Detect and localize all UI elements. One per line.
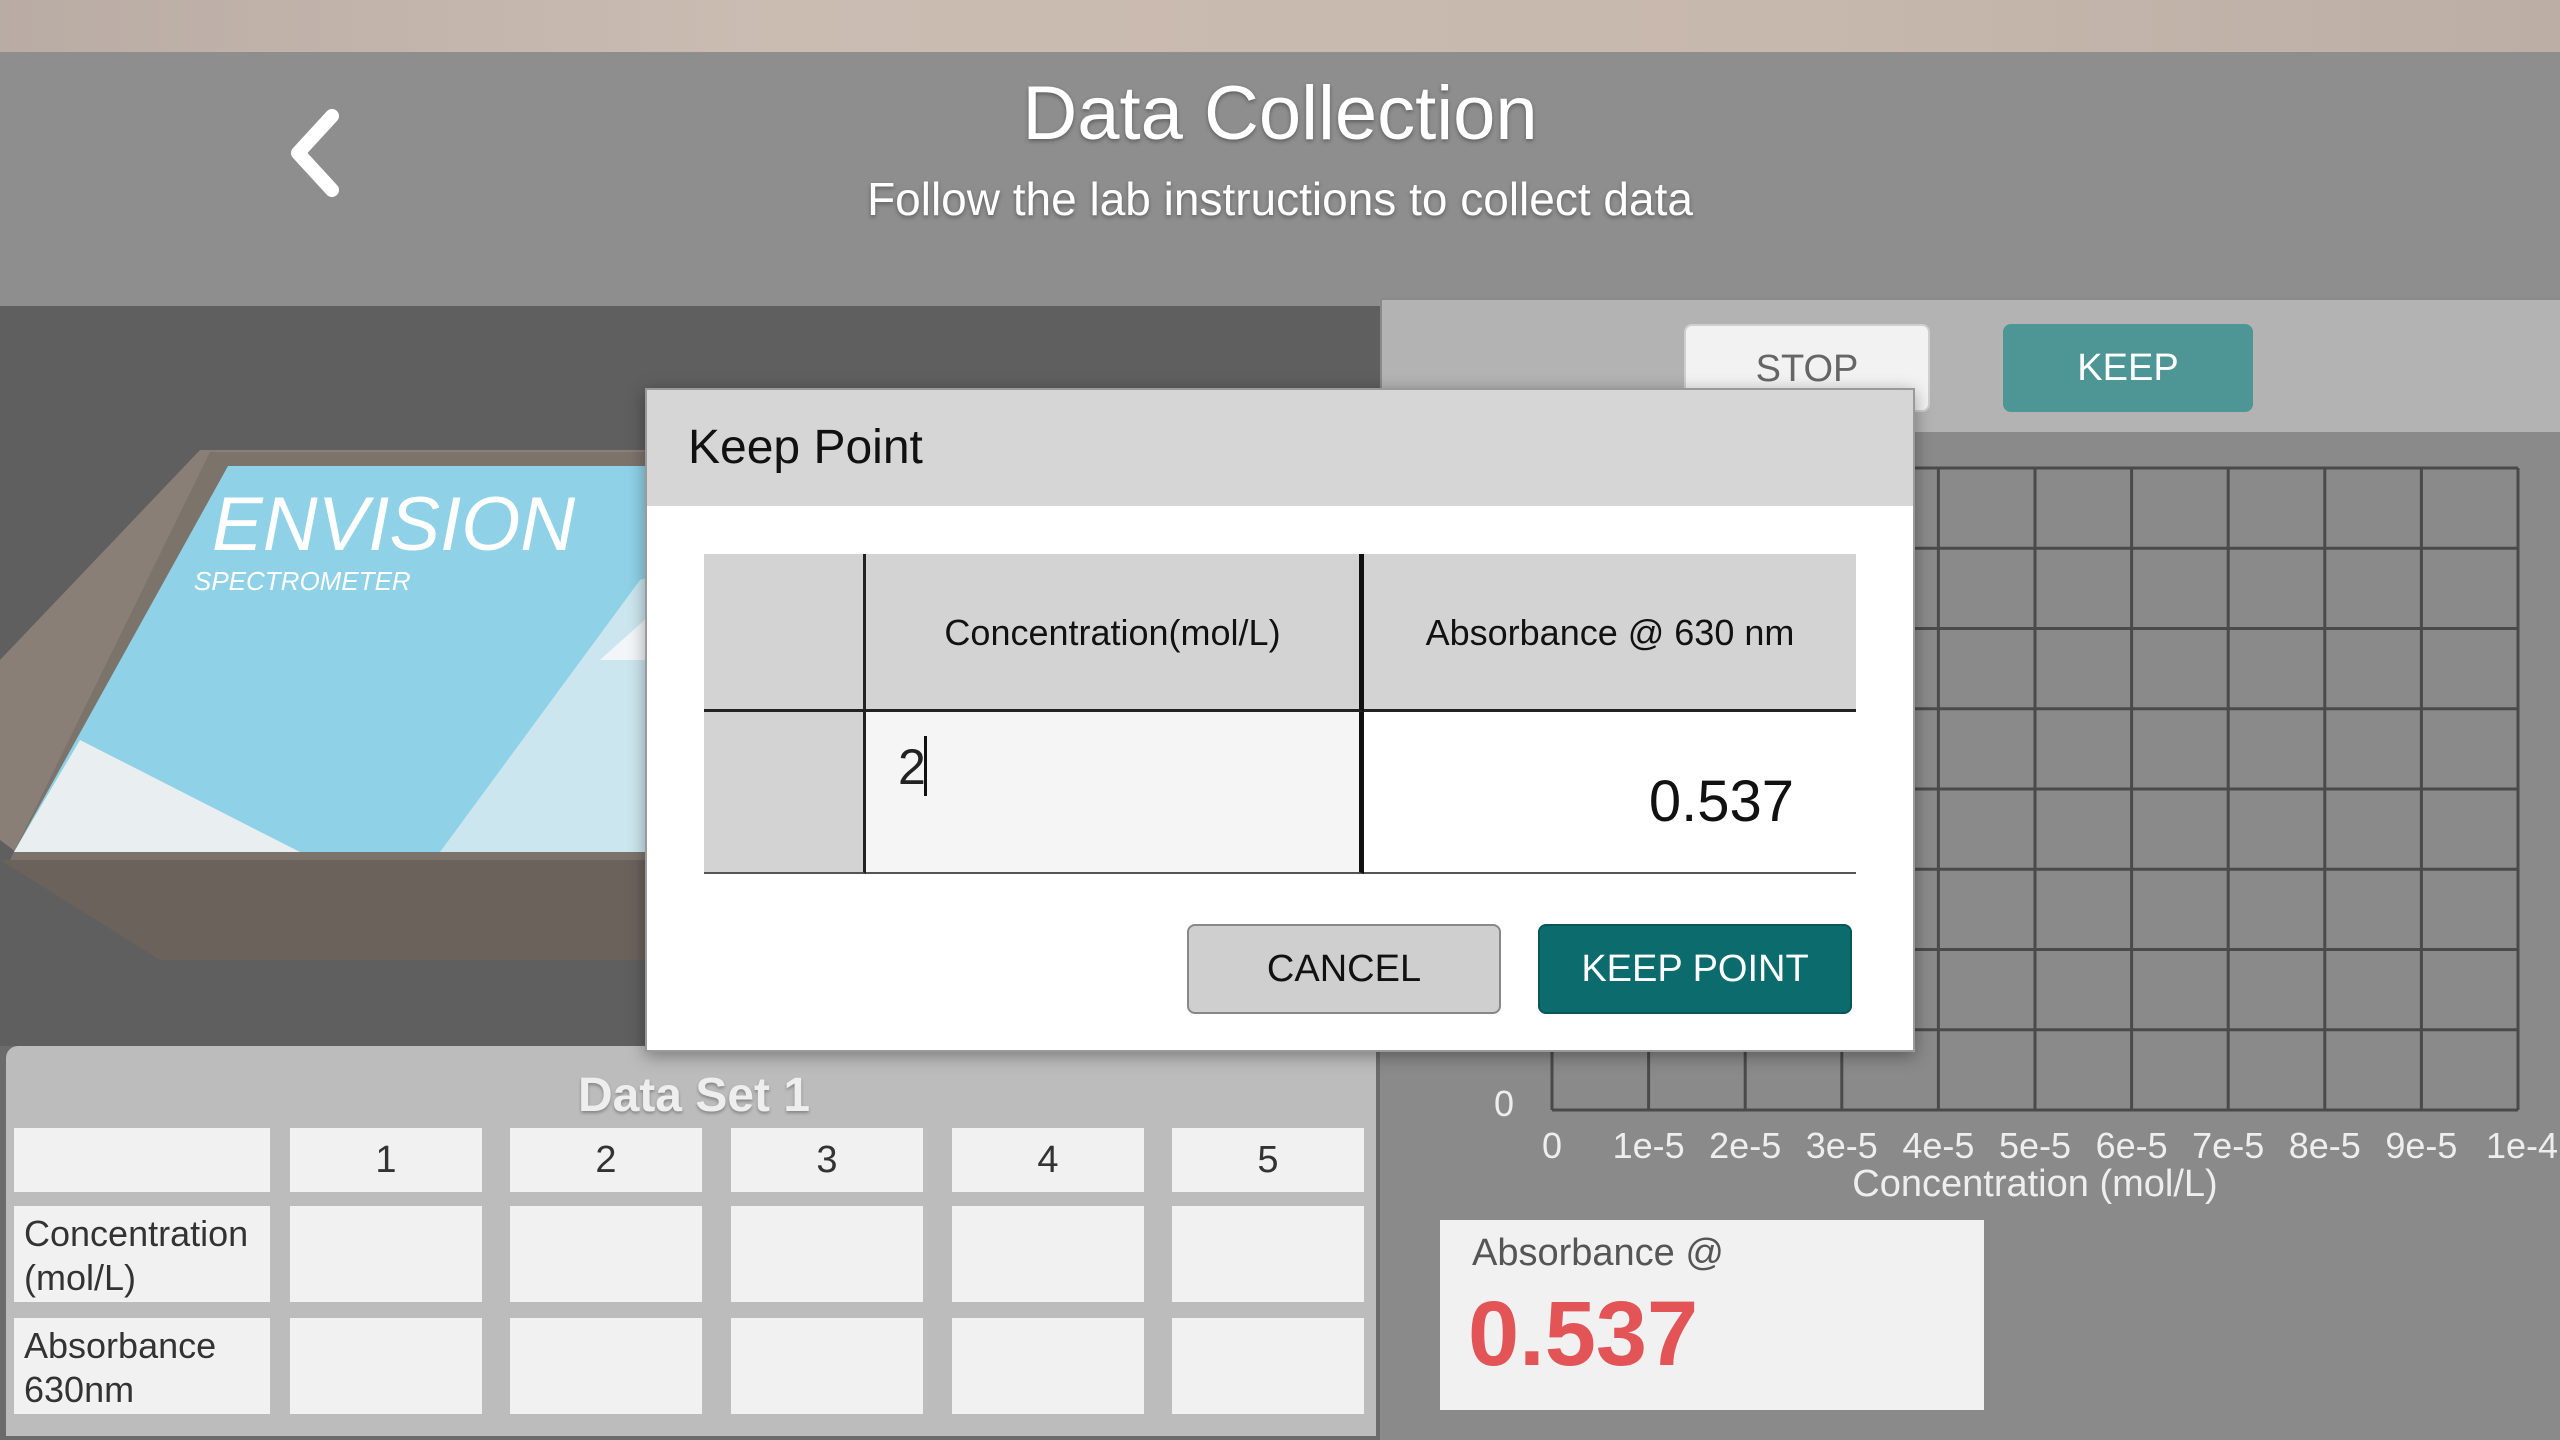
absorbance-readout-value: 0.537 [1468, 1283, 1699, 1385]
data-set-row-label-concentration: Concentration (mol/L) [14, 1206, 270, 1302]
absorbance-value-cell: 0.537 [1364, 712, 1856, 874]
table-header-concentration-text: Concentration(mol/L) [944, 612, 1281, 653]
table-header-absorbance: Absorbance @ 630 nm [1364, 554, 1856, 712]
data-set-col-header: 4 [952, 1128, 1144, 1192]
table-header-absorbance-text: Absorbance @ 630 nm [1425, 612, 1795, 653]
table-row-label-cell [704, 712, 866, 874]
absorbance-cell-4[interactable] [952, 1318, 1144, 1414]
page-title: Data Collection [1022, 71, 1538, 156]
keep-point-table: Concentration(mol/L) Absorbance @ 630 nm… [704, 554, 1856, 874]
dialog-title: Keep Point [688, 421, 923, 474]
data-set-title: Data Set 1 [577, 1069, 811, 1122]
x-tick-label: 3e-5 [1806, 1125, 1878, 1166]
x-tick-label: 8e-5 [2289, 1125, 2361, 1166]
absorbance-readout-label: Absorbance @ [1472, 1232, 1724, 1274]
data-set-corner-cell [14, 1128, 270, 1192]
text-caret [924, 736, 927, 796]
absorbance-cell-1[interactable] [290, 1318, 482, 1414]
concentration-input[interactable] [898, 732, 1338, 802]
absorbance-cell-2[interactable] [510, 1318, 702, 1414]
concentration-input-cell[interactable] [866, 712, 1364, 874]
x-tick-label: 2e-5 [1709, 1125, 1781, 1166]
absorbance-cell-5[interactable] [1172, 1318, 1364, 1414]
x-tick-label: 6e-5 [2096, 1125, 2168, 1166]
chart-x-axis-label: Concentration (mol/L) [1852, 1163, 2217, 1205]
x-tick-label: 5e-5 [1999, 1125, 2071, 1166]
x-tick-label: 4e-5 [1902, 1125, 1974, 1166]
concentration-cell-2[interactable] [510, 1206, 702, 1302]
table-header-concentration: Concentration(mol/L) [866, 554, 1364, 712]
concentration-cell-5[interactable] [1172, 1206, 1364, 1302]
device-model: SPECTROMETER [194, 566, 411, 596]
data-set-col-header: 1 [290, 1128, 482, 1192]
concentration-cell-1[interactable] [290, 1206, 482, 1302]
x-tick-label: 1e-4 [2486, 1125, 2558, 1166]
spectrometer-device: ENVISION SPECTROMETER [0, 450, 700, 960]
device-brand: ENVISION [212, 482, 575, 567]
chart-y-min-label: 0 [1494, 1083, 1514, 1124]
concentration-cell-4[interactable] [952, 1206, 1144, 1302]
table-corner-cell [704, 554, 866, 712]
absorbance-cell-3[interactable] [731, 1318, 923, 1414]
keep-button[interactable]: KEEP [2003, 324, 2253, 412]
x-tick-label: 9e-5 [2385, 1125, 2457, 1166]
x-tick-label: 0 [1542, 1125, 1562, 1166]
dialog-absorbance-value: 0.537 [1648, 769, 1794, 834]
x-tick-label: 1e-5 [1613, 1125, 1685, 1166]
top-strip [0, 0, 2560, 52]
concentration-cell-3[interactable] [731, 1206, 923, 1302]
data-set-col-header: 5 [1172, 1128, 1364, 1192]
x-tick-label: 7e-5 [2192, 1125, 2264, 1166]
chart-x-ticks: 0 1e-5 2e-5 3e-5 4e-5 5e-5 6e-5 7e-5 8e-5 9e-5 1e-… [1542, 1125, 2558, 1166]
cancel-button[interactable]: CANCEL [1187, 924, 1501, 1014]
page-subtitle: Follow the lab instructions to collect d… [867, 173, 1693, 225]
keep-point-button[interactable]: KEEP POINT [1538, 924, 1852, 1014]
data-set-col-header: 3 [731, 1128, 923, 1192]
data-set-col-header: 2 [510, 1128, 702, 1192]
data-set-row-label-absorbance: Absorbance 630nm [14, 1318, 270, 1414]
